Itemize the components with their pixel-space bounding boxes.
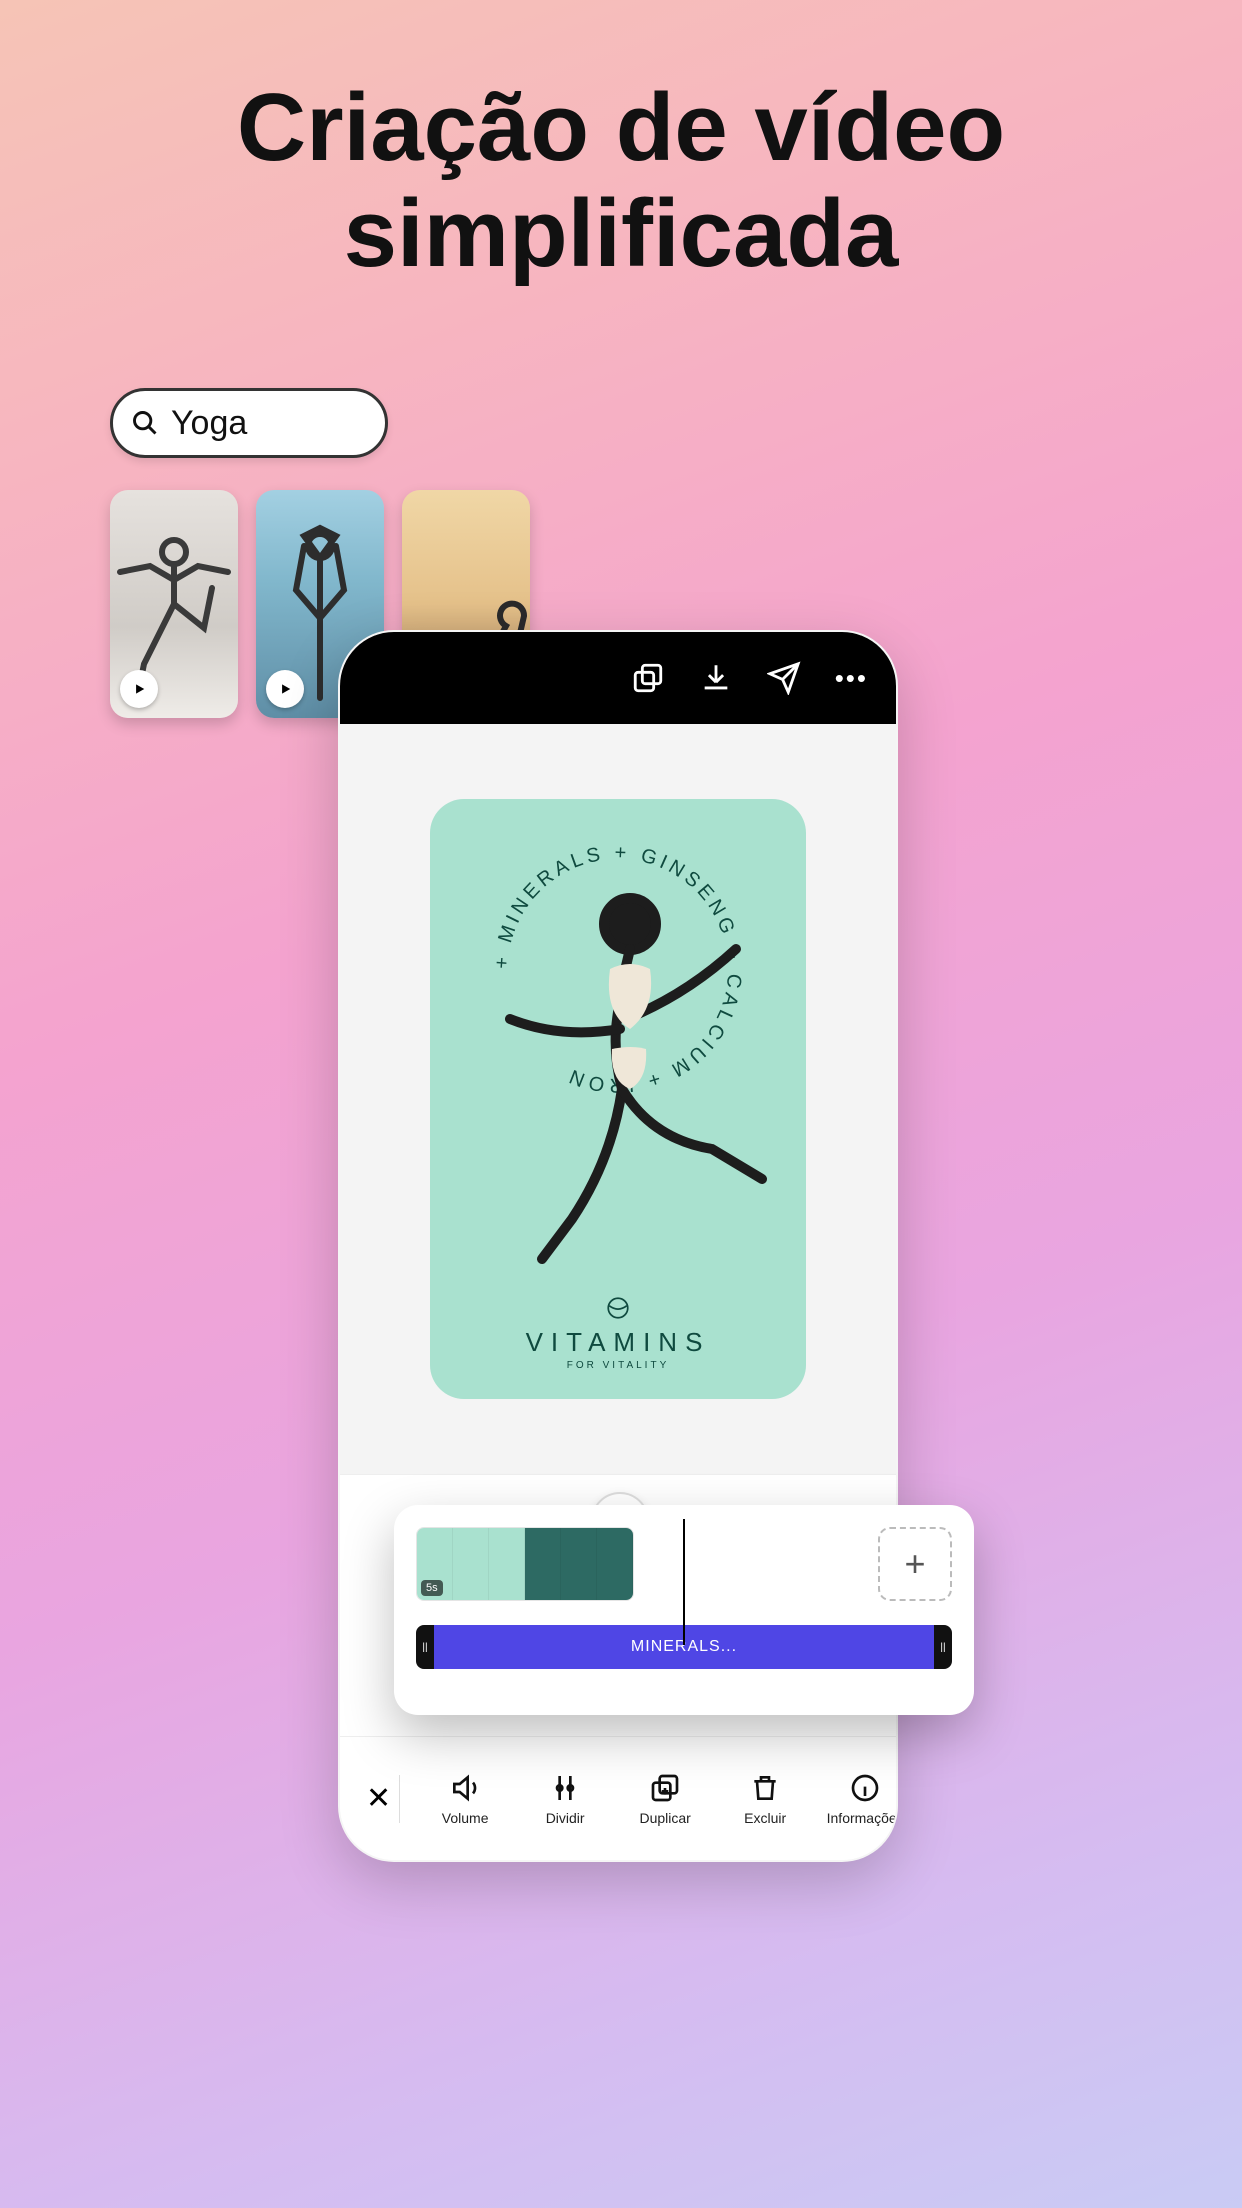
tool-delete[interactable]: Excluir (730, 1772, 800, 1826)
headline: Criação de vídeo simplificada (0, 75, 1242, 286)
tool-label: Volume (442, 1810, 489, 1826)
tool-label: Excluir (744, 1810, 786, 1826)
add-clip-button[interactable]: + (878, 1527, 952, 1601)
tool-label: Dividir (546, 1810, 585, 1826)
playhead[interactable] (683, 1519, 685, 1645)
tools-bar: ✕ Volume Dividir Duplicar Excluir (340, 1736, 896, 1860)
download-icon[interactable] (699, 661, 733, 695)
track-handle-left[interactable]: || (416, 1625, 434, 1669)
tool-info[interactable]: Informações (830, 1772, 898, 1826)
tool-split[interactable]: Dividir (530, 1772, 600, 1826)
clip-duration-badge: 5s (421, 1580, 443, 1596)
brand-subtitle: FOR VITALITY (430, 1360, 806, 1371)
trash-icon (749, 1772, 781, 1804)
track-handle-right[interactable]: || (934, 1625, 952, 1669)
editor-topbar: ••• (340, 632, 896, 724)
play-badge-icon (120, 670, 158, 708)
timeline-panel[interactable]: 5s + || MINERALS... || (394, 1505, 974, 1715)
result-thumb[interactable] (110, 490, 238, 718)
volume-icon (449, 1772, 481, 1804)
brand-logo-icon (605, 1295, 631, 1321)
duplicate-icon (649, 1772, 681, 1804)
canvas-card[interactable]: + MINERALS + GINSENG + CALCIUM + IRON (430, 799, 806, 1399)
tool-label: Informações (827, 1810, 898, 1826)
brand-block: VITAMINS FOR VITALITY (430, 1295, 806, 1371)
info-icon (849, 1772, 881, 1804)
brand-name: VITAMINS (430, 1327, 806, 1358)
search-input[interactable] (171, 404, 367, 443)
tool-duplicate[interactable]: Duplicar (630, 1772, 700, 1826)
tool-label: Duplicar (639, 1810, 690, 1826)
search-pill[interactable] (110, 388, 388, 458)
more-icon[interactable]: ••• (835, 663, 868, 694)
close-button[interactable]: ✕ (360, 1775, 400, 1823)
send-icon[interactable] (767, 661, 801, 695)
play-badge-icon (266, 670, 304, 708)
copy-icon[interactable] (631, 661, 665, 695)
tool-volume[interactable]: Volume (430, 1772, 500, 1826)
search-icon (131, 409, 159, 437)
canvas-area[interactable]: + MINERALS + GINSENG + CALCIUM + IRON (340, 724, 896, 1474)
clip-strip[interactable]: 5s (416, 1527, 634, 1601)
split-icon (549, 1772, 581, 1804)
